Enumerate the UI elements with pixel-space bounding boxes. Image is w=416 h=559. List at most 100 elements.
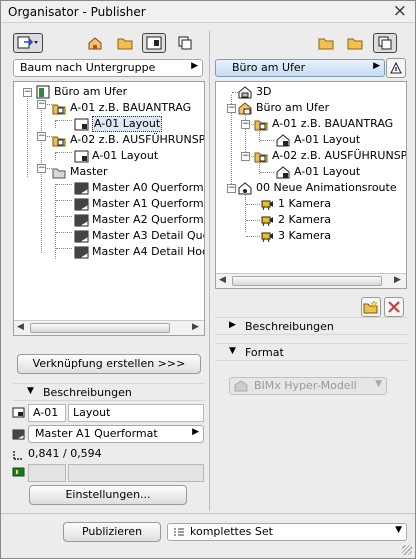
right-descriptions-section-header[interactable]: ▶ Beschreibungen [215, 317, 407, 335]
scroll-right-icon[interactable]: ▶ [394, 275, 401, 285]
master-layout-icon [74, 182, 89, 195]
tree-item-label: A-01 Layout [92, 149, 159, 162]
tree-item-label: 2 Kamera [278, 213, 332, 226]
publisher-set-value: Büro am Ufer [232, 61, 306, 74]
publisher-book-icon [238, 102, 252, 115]
delete-button[interactable] [384, 297, 404, 317]
size-icon [13, 451, 22, 460]
publisher-set-select[interactable]: Büro am Ufer ▶ [215, 59, 385, 77]
collapse-toggle[interactable]: − [227, 104, 236, 113]
chevron-down-icon: ▼ [395, 525, 402, 535]
chevron-right-icon: ▶ [191, 61, 198, 71]
title-bar: Organisator - Publisher × [1, 1, 415, 23]
revision-id-field [28, 464, 66, 482]
layout-icon [74, 150, 89, 163]
tree-item-label: A-02 z.B. AUSFÜHRUNSPL [272, 149, 407, 162]
animation-route-icon [238, 182, 252, 195]
revision-name-field [68, 464, 204, 482]
publisher-menu-button[interactable] [13, 33, 43, 53]
close-icon[interactable]: × [393, 2, 407, 20]
settings-button[interactable]: Einstellungen... [29, 485, 187, 505]
right-view-map-button[interactable] [343, 33, 367, 53]
layout-book-icon [36, 85, 50, 99]
tree-item-label: 00 Neue Animationsroute [256, 181, 397, 194]
tree-item-label: A-02 z.B. AUSFÜHRUNSPL [70, 133, 205, 146]
layout-tree[interactable]: − − − − Büro am Ufer A-01 z.B. BAUANTRAG… [13, 81, 205, 336]
publisher-arrow-icon [17, 36, 38, 49]
scroll-left-icon[interactable]: ◀ [219, 275, 226, 285]
name-field[interactable]: Layout [68, 404, 204, 422]
layout-icon [74, 118, 89, 131]
create-link-button[interactable]: Verknüpfung erstellen >>> [17, 354, 201, 374]
right-project-map-button[interactable] [314, 33, 338, 53]
house-icon [318, 38, 334, 50]
publisher-sets-icon [378, 36, 392, 50]
tree-item-label: A-01 Layout [92, 116, 163, 132]
publisher-sets-button[interactable] [173, 33, 197, 53]
delete-x-icon [388, 301, 400, 313]
tree-item-label: A-01 Layout [294, 165, 361, 178]
folder-icon [347, 38, 363, 50]
publish-button[interactable]: Publizieren [63, 522, 161, 542]
triangle-right-icon: ▶ [229, 320, 236, 330]
tree-item-label: 3D [256, 85, 272, 98]
format-section-header[interactable]: ▼ Format [215, 343, 407, 361]
master-folder-icon [52, 168, 66, 179]
tree-mode-value: Baum nach Untergruppe [20, 61, 156, 74]
chevron-right-icon: ▶ [373, 61, 380, 71]
tree-item-label: 1 Kamera [278, 197, 332, 210]
window-title: Organisator - Publisher [8, 5, 146, 19]
new-folder-icon [363, 300, 378, 314]
descriptions-section-header[interactable]: ▼ Beschreibungen [13, 383, 205, 401]
project-map-button[interactable] [83, 33, 107, 53]
resize-grip[interactable] [402, 545, 412, 555]
right-publisher-sets-button[interactable] [373, 33, 397, 53]
camera-icon [261, 200, 273, 211]
tree-item-label: Master A1 Querformat [92, 197, 205, 210]
camera-icon [261, 232, 273, 243]
subset-folder-icon [254, 152, 268, 163]
footer-divider [1, 513, 415, 514]
collapse-toggle[interactable]: − [37, 164, 46, 173]
revision-icon [12, 467, 25, 477]
master-select[interactable]: Master A1 Querformat ▶ [28, 425, 204, 443]
house-icon [88, 37, 102, 50]
collapse-toggle[interactable]: − [37, 100, 46, 109]
publish-set-value: komplettes Set [190, 525, 273, 538]
tree-item-label: Büro am Ufer [54, 85, 128, 98]
master-layout-icon [74, 246, 89, 259]
folder-icon [117, 38, 133, 50]
tree-item-label: Master A2 Querformat [92, 213, 205, 226]
collapse-toggle[interactable]: − [37, 132, 46, 141]
publish-set-select[interactable]: komplettes Set ▼ [167, 523, 407, 541]
tree-item-label: Master A0 Querformat [92, 181, 205, 194]
publisher-tree[interactable]: − − − − 3D Büro am Ufer A-01 z.B. BAUANT… [215, 81, 407, 289]
collapse-toggle[interactable]: − [241, 120, 250, 129]
scroll-left-icon[interactable]: ◀ [17, 322, 24, 332]
collapse-toggle[interactable]: − [241, 152, 250, 161]
tree-item-label: 3 Kamera [278, 229, 332, 242]
camera-icon [261, 216, 273, 227]
subset-folder-icon [52, 136, 66, 147]
tree-item-label: Master [70, 165, 108, 178]
format-select: BIMx Hyper-Modell ▼ [229, 377, 387, 395]
horizontal-scrollbar[interactable]: ◀ ▶ [216, 273, 406, 288]
tree-mode-select[interactable]: Baum nach Untergruppe ▶ [13, 59, 203, 77]
horizontal-scrollbar[interactable]: ◀ ▶ [14, 320, 204, 335]
new-folder-button[interactable] [361, 297, 381, 317]
scroll-right-icon[interactable]: ▶ [192, 322, 199, 332]
layout-book-button[interactable] [142, 33, 166, 53]
collapse-toggle[interactable]: − [227, 184, 236, 193]
tree-item-label: Büro am Ufer [256, 101, 330, 114]
id-field[interactable]: A-01 [28, 404, 66, 422]
collapse-toggle[interactable]: − [23, 88, 32, 97]
scroll-thumb[interactable] [232, 276, 382, 286]
publisher-set-options-button[interactable] [386, 58, 406, 78]
chevron-down-icon: ▼ [375, 379, 382, 389]
scroll-thumb[interactable] [30, 323, 170, 333]
triangle-down-icon: ▼ [229, 346, 236, 356]
tree-item-label: A-01 z.B. BAUANTRAG [272, 117, 394, 130]
triangle-down-icon: ▼ [27, 386, 34, 396]
view-map-button[interactable] [113, 33, 137, 53]
id-icon [12, 407, 25, 418]
